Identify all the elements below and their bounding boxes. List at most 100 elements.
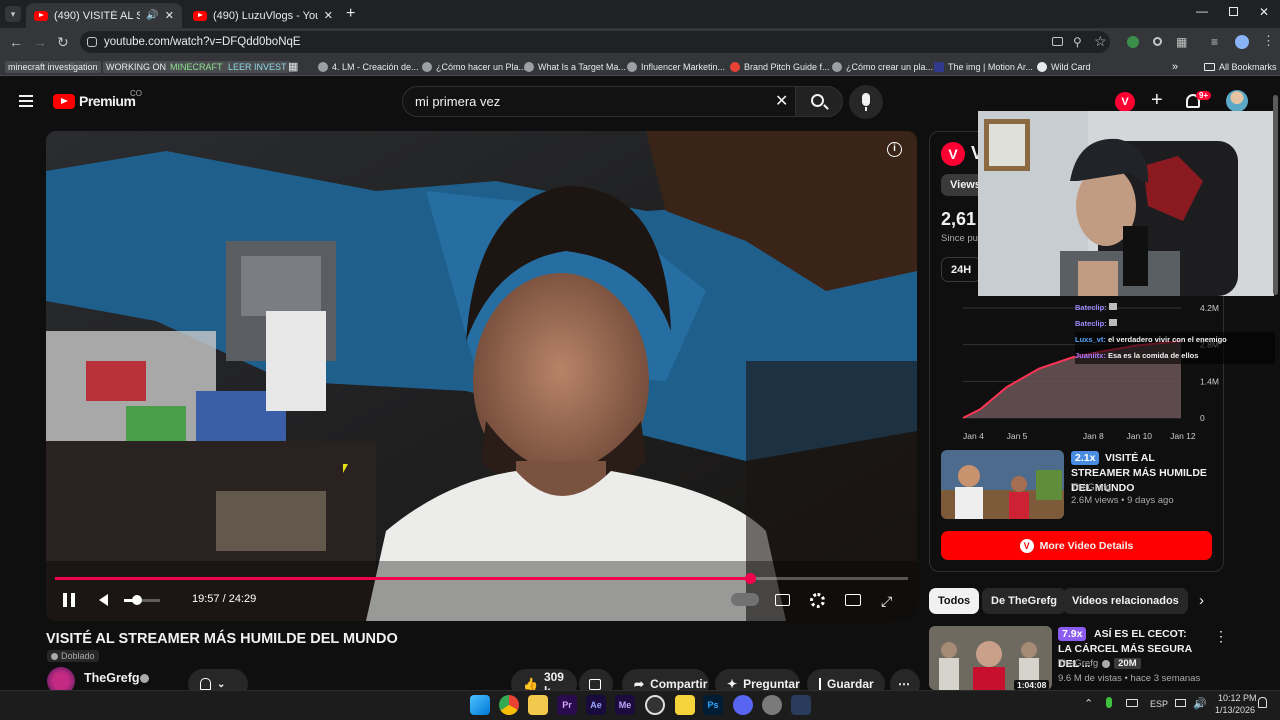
keyboard-tray-icon[interactable] [1126,699,1138,707]
browser-tab[interactable]: (490) LuzuVlogs - YouTube ✕ [185,3,341,28]
chevron-right-icon[interactable]: › [1199,592,1204,609]
voice-search-button[interactable] [849,85,883,119]
user-avatar[interactable] [1226,90,1248,112]
person-icon [51,652,58,660]
stats-video-thumbnail[interactable] [941,450,1064,519]
clock-date[interactable]: 1/13/2026 [1215,705,1255,715]
obs-icon[interactable] [645,695,665,715]
x-tick-label: Jan 5 [1007,431,1028,441]
bookmark-item[interactable]: ¿Cómo crear un pla... [832,59,933,74]
stats-video-channel: TheGrefg [1071,482,1112,493]
extension-icon[interactable] [1153,37,1162,46]
site-info-icon[interactable] [87,37,97,47]
theater-mode-icon[interactable] [845,594,861,606]
windows-start-icon[interactable] [470,695,490,715]
bookmark-favicon-icon [524,61,534,72]
audio-icon[interactable]: 🔊 [146,10,158,21]
mic-tray-icon[interactable] [1106,697,1112,708]
bookmark-label: MINECRAFT [167,60,226,73]
bookmark-item[interactable]: The img | Motion Ar... [934,59,1033,74]
page-scrollbar[interactable] [1273,95,1278,295]
bookmark-star-icon[interactable]: ☆ [1094,34,1107,48]
all-bookmarks-folder[interactable]: All Bookmarks [1204,59,1277,74]
bookmark-item[interactable]: Wild Card [1037,59,1091,74]
bookmark-item[interactable]: Influencer Marketin... [627,59,725,74]
app-icon[interactable] [791,695,811,715]
bookmark-folder[interactable]: minecraft investigation [5,59,101,74]
close-window-icon[interactable]: ✕ [1259,5,1269,19]
clock-time[interactable]: 10:12 PM [1218,693,1257,703]
progress-played [55,577,751,580]
chip-videos-relacionados[interactable]: Videos relacionados [1063,588,1188,614]
apps-grid-icon[interactable]: ▦ [288,59,298,74]
video-player[interactable] [46,131,917,621]
photoshop-icon[interactable]: Ps [703,695,723,715]
cast-icon[interactable] [1052,37,1063,46]
address-bar[interactable]: youtube.com/watch?v=DFQdd0boNqE [80,31,1110,53]
minimize-window-icon[interactable]: — [1196,4,1208,18]
zoom-icon[interactable]: ⚲ [1073,35,1082,49]
new-tab-button[interactable]: + [346,5,355,23]
network-icon[interactable] [1175,699,1186,707]
related-menu-icon[interactable]: ⋮ [1214,628,1228,645]
settings-gear-icon[interactable] [810,593,825,608]
bookmark-item[interactable]: What Is a Target Ma... [524,59,626,74]
fullscreen-icon[interactable]: ⤢ [881,593,892,610]
chip-more[interactable] [1179,588,1185,614]
chip-de-thegrefg[interactable]: De TheGrefg [982,588,1067,614]
chat-message: Luxs_vt: el verdadero vivir con el enemi… [1075,332,1275,348]
more-video-details-button[interactable]: V More Video Details [941,531,1212,560]
extensions-puzzle-icon[interactable]: ▦ [1176,35,1187,49]
more-bookmarks-icon[interactable]: » [1172,59,1178,74]
volume-icon[interactable] [99,594,108,606]
browser-menu-icon[interactable]: ⋮ [1262,34,1275,48]
range-24h-button[interactable]: 24H [941,257,982,282]
bookmark-item[interactable]: ¿Cómo hacer un Pla... [422,59,526,74]
file-explorer-icon[interactable] [528,695,548,715]
tab-search-button[interactable]: ▾ [5,6,21,22]
volume-knob[interactable] [131,595,142,605]
notifications-tray-icon[interactable] [1258,697,1267,708]
close-tab-icon[interactable]: ✕ [165,9,174,22]
media-encoder-icon[interactable]: Me [615,695,635,715]
extension-icon[interactable] [1127,36,1139,48]
search-input[interactable]: mi primera vez [402,86,796,117]
forward-icon[interactable]: → [33,35,47,49]
discord-icon[interactable] [733,695,753,715]
autoplay-toggle[interactable] [731,593,759,606]
chip-todos[interactable]: Todos [929,588,980,614]
extension-badge-icon[interactable]: V [1115,92,1135,112]
pause-button[interactable] [63,593,75,607]
reload-icon[interactable]: ↻ [57,35,69,49]
country-code: CO [130,89,142,98]
chrome-icon[interactable] [499,695,519,715]
bookmark-folder[interactable]: LEER INVEST [225,59,290,74]
bookmark-item[interactable]: 4. LM - Creación de... [318,59,419,74]
youtube-logo[interactable]: Premium [53,93,136,109]
close-tab-icon[interactable]: ✕ [324,9,333,22]
sticky-notes-icon[interactable] [675,695,695,715]
info-icon[interactable]: i [887,142,902,157]
bookmark-folder[interactable]: WORKING ON [103,59,169,74]
browser-tab-active[interactable]: (490) VISITÉ AL STREAMER M 🔊 ✕ [26,3,182,28]
volume-tray-icon[interactable]: 🔊 [1193,697,1207,710]
settings-app-icon[interactable] [762,695,782,715]
back-icon[interactable]: ← [9,35,23,49]
search-button[interactable] [795,86,843,117]
bookmark-item[interactable]: Brand Pitch Guide f... [730,59,830,74]
microphone-icon [862,93,870,106]
restore-window-icon[interactable] [1229,7,1238,16]
premiere-icon[interactable]: Pr [557,695,577,715]
channel-name[interactable]: TheGrefg [84,671,140,685]
language-indicator[interactable]: ESP [1150,699,1168,709]
bookmark-folder[interactable]: MINECRAFT [167,59,226,74]
hamburger-menu-icon[interactable] [19,95,33,107]
related-channel-name: TheGrefg [1058,658,1099,669]
clear-search-icon[interactable]: ✕ [775,91,788,111]
subtitles-icon[interactable] [775,594,790,606]
after-effects-icon[interactable]: Ae [586,695,606,715]
tray-chevron-icon[interactable]: ⌃ [1084,697,1093,710]
create-icon[interactable]: + [1151,89,1163,112]
profile-avatar[interactable] [1235,35,1249,49]
reading-list-icon[interactable]: ≡ [1211,35,1218,49]
